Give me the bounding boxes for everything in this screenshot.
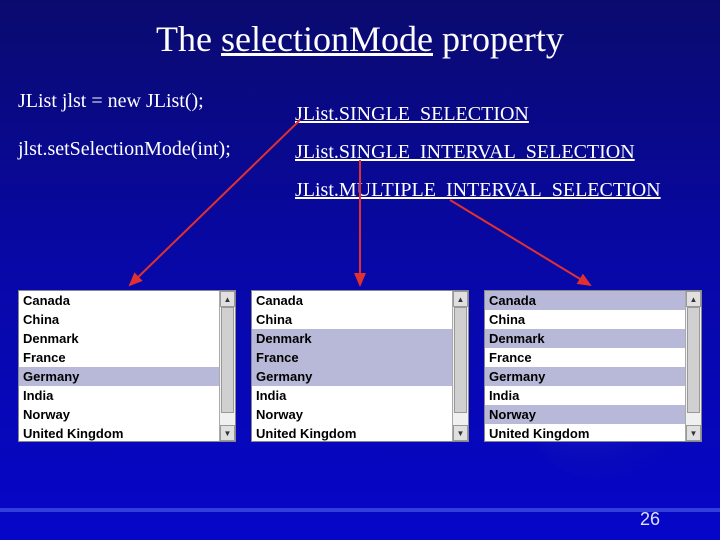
scroll-down-icon[interactable]: ▼ bbox=[220, 425, 235, 441]
page-number: 26 bbox=[640, 509, 660, 530]
list-item[interactable]: Norway bbox=[252, 405, 452, 424]
scrollbar[interactable]: ▲ ▼ bbox=[452, 291, 468, 441]
scrollbar[interactable]: ▲ ▼ bbox=[219, 291, 235, 441]
code-line-1: JList jlst = new JList(); bbox=[18, 85, 231, 117]
scroll-thumb[interactable] bbox=[687, 307, 700, 413]
list-item[interactable]: Norway bbox=[19, 405, 219, 424]
list-item[interactable]: Germany bbox=[485, 367, 685, 386]
jlist-multi[interactable]: CanadaChinaDenmarkFranceGermanyIndiaNorw… bbox=[484, 290, 702, 442]
list-item[interactable]: China bbox=[485, 310, 685, 329]
mode-single-interval: JList.SINGLE_INTERVAL_SELECTION bbox=[295, 133, 661, 171]
scroll-up-icon[interactable]: ▲ bbox=[453, 291, 468, 307]
jlist-row: CanadaChinaDenmarkFranceGermanyIndiaNorw… bbox=[18, 290, 702, 442]
jlist-interval[interactable]: CanadaChinaDenmarkFranceGermanyIndiaNorw… bbox=[251, 290, 469, 442]
list-item[interactable]: China bbox=[252, 310, 452, 329]
scroll-thumb[interactable] bbox=[221, 307, 234, 413]
list-item[interactable]: China bbox=[19, 310, 219, 329]
scroll-up-icon[interactable]: ▲ bbox=[686, 291, 701, 307]
title-text-underlined: selectionMode bbox=[221, 19, 433, 59]
list-item[interactable]: United Kingdom bbox=[19, 424, 219, 441]
scroll-down-icon[interactable]: ▼ bbox=[453, 425, 468, 441]
title-text-post: property bbox=[433, 19, 564, 59]
scroll-thumb[interactable] bbox=[454, 307, 467, 413]
list-item[interactable]: India bbox=[485, 386, 685, 405]
scroll-up-icon[interactable]: ▲ bbox=[220, 291, 235, 307]
list-item[interactable]: France bbox=[19, 348, 219, 367]
footer-divider bbox=[0, 508, 720, 512]
list-item[interactable]: France bbox=[252, 348, 452, 367]
scroll-down-icon[interactable]: ▼ bbox=[686, 425, 701, 441]
list-item[interactable]: Germany bbox=[19, 367, 219, 386]
list-item[interactable]: Denmark bbox=[19, 329, 219, 348]
list-item[interactable]: Norway bbox=[485, 405, 685, 424]
list-item[interactable]: Germany bbox=[252, 367, 452, 386]
code-sample: JList jlst = new JList(); jlst.setSelect… bbox=[18, 85, 231, 165]
mode-multiple-interval: JList.MULTIPLE_INTERVAL_SELECTION bbox=[295, 171, 661, 209]
list-item[interactable]: United Kingdom bbox=[485, 424, 685, 441]
scrollbar[interactable]: ▲ ▼ bbox=[685, 291, 701, 441]
selection-mode-constants: JList.SINGLE_SELECTION JList.SINGLE_INTE… bbox=[295, 95, 661, 209]
list-item[interactable]: United Kingdom bbox=[252, 424, 452, 441]
jlist-single[interactable]: CanadaChinaDenmarkFranceGermanyIndiaNorw… bbox=[18, 290, 236, 442]
list-item[interactable]: Canada bbox=[19, 291, 219, 310]
title-text-pre: The bbox=[156, 19, 221, 59]
list-item[interactable]: France bbox=[485, 348, 685, 367]
list-item[interactable]: India bbox=[19, 386, 219, 405]
slide-title: The selectionMode property bbox=[0, 0, 720, 60]
list-item[interactable]: Canada bbox=[252, 291, 452, 310]
list-item[interactable]: Denmark bbox=[252, 329, 452, 348]
list-item[interactable]: Canada bbox=[485, 291, 685, 310]
mode-single: JList.SINGLE_SELECTION bbox=[295, 95, 661, 133]
code-line-2: jlst.setSelectionMode(int); bbox=[18, 133, 231, 165]
list-item[interactable]: India bbox=[252, 386, 452, 405]
list-item[interactable]: Denmark bbox=[485, 329, 685, 348]
